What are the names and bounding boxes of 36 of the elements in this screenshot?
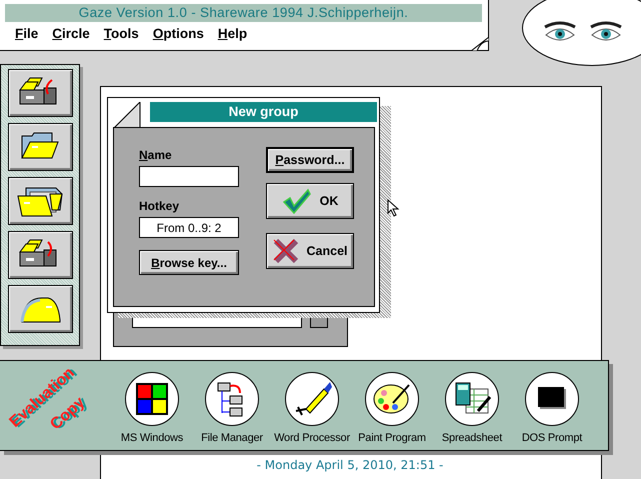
menu-item[interactable]: File — [15, 26, 38, 41]
window-title: Gaze Version 1.0 - Shareware 1994 J.Schipperheijn. — [5, 4, 482, 22]
input-field[interactable] — [139, 166, 239, 187]
app-label: Spreadsheet — [442, 432, 502, 444]
toolbar-button[interactable] — [8, 285, 72, 333]
toolbar-button[interactable] — [8, 177, 72, 225]
x-icon — [272, 238, 298, 264]
menu-item[interactable]: Circle — [52, 26, 90, 41]
input-field[interactable]: From 0..9: 2 — [139, 217, 239, 238]
app-launch-button[interactable] — [445, 372, 499, 426]
toolbar-button[interactable] — [8, 123, 72, 171]
app-launch-button[interactable] — [205, 372, 259, 426]
app-label: Word Processor — [274, 432, 350, 444]
app-label: MS Windows — [120, 432, 184, 444]
dialog-button[interactable]: OK — [266, 183, 354, 219]
app-launch-button[interactable] — [525, 372, 579, 426]
dialog-button[interactable]: Password... — [266, 147, 354, 173]
menu-item[interactable]: Options — [152, 26, 204, 41]
toolbar-button[interactable] — [8, 231, 72, 279]
menu-item[interactable]: Tools — [104, 26, 139, 41]
toolbar-button[interactable] — [8, 69, 72, 117]
dialog-title: New group — [150, 102, 377, 122]
app-label: Paint Program — [358, 432, 426, 444]
app-label: File Manager — [201, 432, 263, 444]
date-time-text: - Monday April 5, 2010, 21:51 - — [256, 458, 444, 472]
field-label: Hotkey — [139, 199, 180, 213]
dialog-button[interactable]: Cancel — [266, 233, 354, 269]
mouse-pointer-icon — [387, 199, 401, 217]
app-launch-button[interactable] — [285, 372, 339, 426]
browse-key-button[interactable]: Browse key... — [139, 250, 239, 275]
field-label: Name — [139, 148, 173, 162]
menu-item[interactable]: Help — [218, 26, 248, 41]
app-launch-button[interactable] — [125, 372, 179, 426]
app-label: DOS Prompt — [522, 432, 582, 444]
check-icon — [282, 188, 312, 214]
app-launch-button[interactable] — [365, 372, 419, 426]
